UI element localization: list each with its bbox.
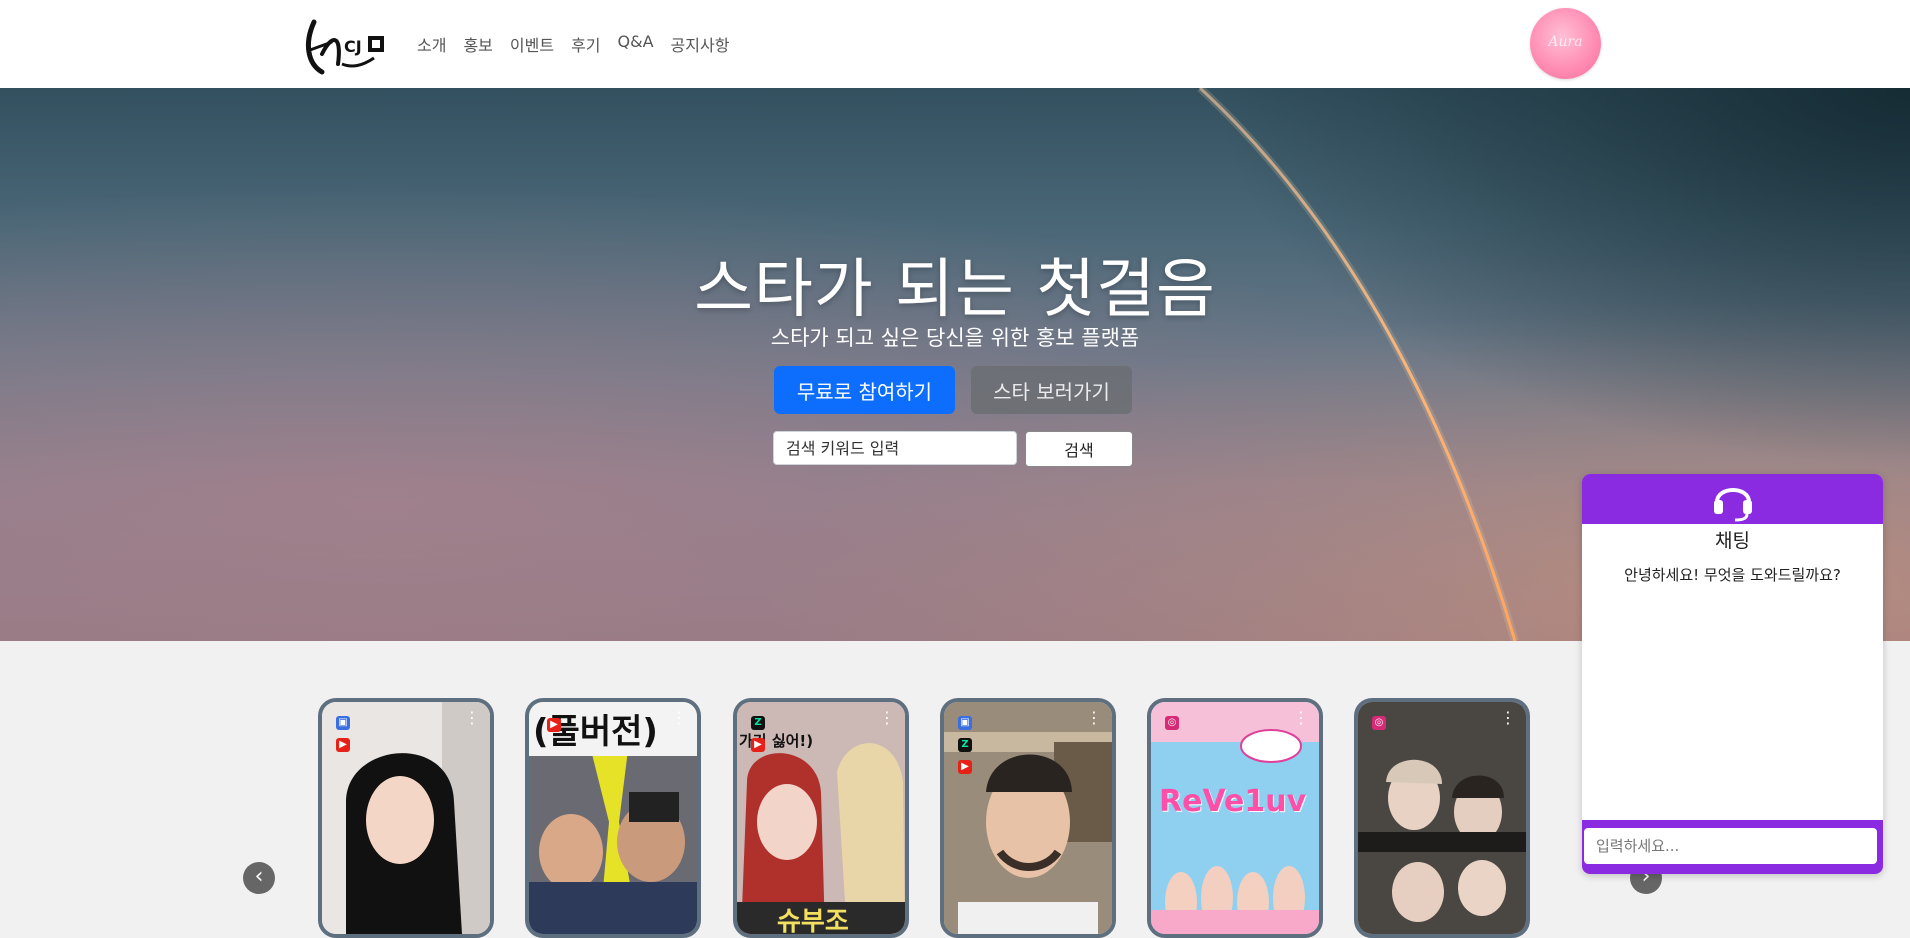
site-logo[interactable]: CJ <box>302 14 392 78</box>
search-input[interactable] <box>773 431 1017 465</box>
main-nav: 소개 홍보 이벤트 후기 Q&A 공지사항 <box>417 32 746 56</box>
video-thumbnail <box>944 702 1112 934</box>
nav-item-notice[interactable]: 공지사항 <box>671 32 730 56</box>
video-card[interactable]: ▣ ▶ ⋮ <box>318 698 494 938</box>
svg-text:CJ: CJ <box>344 37 362 56</box>
chat-widget: 채팅 안녕하세요! 무엇을 도와드릴까요? <box>1582 474 1883 874</box>
search-button[interactable]: 검색 <box>1025 431 1133 467</box>
youtube-icon: ▶ <box>958 760 972 774</box>
view-stars-button[interactable]: 스타 보러가기 <box>971 366 1132 414</box>
nav-item-promo[interactable]: 홍보 <box>463 32 492 56</box>
chat-input-bar <box>1582 820 1883 874</box>
nav-item-qna[interactable]: Q&A <box>618 32 654 56</box>
join-free-button[interactable]: 무료로 참여하기 <box>774 366 955 414</box>
video-card[interactable]: ReVe1uv ◎ ⋮ <box>1147 698 1323 938</box>
more-options-icon[interactable]: ⋮ <box>1293 710 1309 726</box>
video-thumbnail <box>1358 702 1526 934</box>
chat-input[interactable] <box>1584 828 1877 864</box>
z-icon: Z <box>958 738 972 752</box>
more-options-icon[interactable]: ⋮ <box>671 710 687 726</box>
youtube-icon: ▶ <box>336 738 350 752</box>
svg-text:슈부조: 슈부조 <box>777 907 849 934</box>
video-card[interactable]: 슈부조 가기 싫어!) Z ▶ ⋮ <box>733 698 909 938</box>
thumbnail-overlay-text: ReVe1uv <box>1159 784 1307 819</box>
video-thumbnail <box>322 702 490 934</box>
more-options-icon[interactable]: ⋮ <box>1086 710 1102 726</box>
more-options-icon[interactable]: ⋮ <box>464 710 480 726</box>
carousel-prev-button[interactable]: ‹ <box>243 862 275 894</box>
nav-item-event[interactable]: 이벤트 <box>510 32 554 56</box>
instagram-icon: ◎ <box>1165 716 1179 730</box>
youtube-icon: ▶ <box>547 718 561 732</box>
hero-subtitle: 스타가 되고 싶은 당신을 위한 홍보 플랫폼 <box>770 326 1140 350</box>
instagram-icon: ◎ <box>1372 716 1386 730</box>
tv-icon: ▣ <box>958 716 972 730</box>
video-card[interactable]: ◎ ⋮ <box>1354 698 1530 938</box>
youtube-icon: ▶ <box>751 738 765 752</box>
headset-icon <box>1714 488 1752 522</box>
chevron-left-icon: ‹ <box>254 864 264 889</box>
video-card[interactable]: ▣ Z ▶ ⋮ <box>940 698 1116 938</box>
hero-title: 스타가 되는 첫걸음 <box>694 253 1216 327</box>
chat-title: 채팅 <box>1715 530 1750 552</box>
more-options-icon[interactable]: ⋮ <box>879 710 895 726</box>
tv-icon: ▣ <box>336 716 350 730</box>
nav-item-review[interactable]: 후기 <box>571 32 600 56</box>
chat-greeting-message: 안녕하세요! 무엇을 도와드릴까요? <box>1624 566 1841 584</box>
site-header: CJ 소개 홍보 이벤트 후기 Q&A 공지사항 Aura <box>0 0 1910 89</box>
nav-item-intro[interactable]: 소개 <box>417 32 446 56</box>
chat-header[interactable] <box>1582 474 1883 524</box>
z-icon: Z <box>751 716 765 730</box>
profile-avatar[interactable]: Aura <box>1530 8 1601 79</box>
profile-avatar-label: Aura <box>1548 34 1583 50</box>
more-options-icon[interactable]: ⋮ <box>1500 710 1516 726</box>
video-card[interactable]: (풀버전) ▶ ⋮ <box>525 698 701 938</box>
